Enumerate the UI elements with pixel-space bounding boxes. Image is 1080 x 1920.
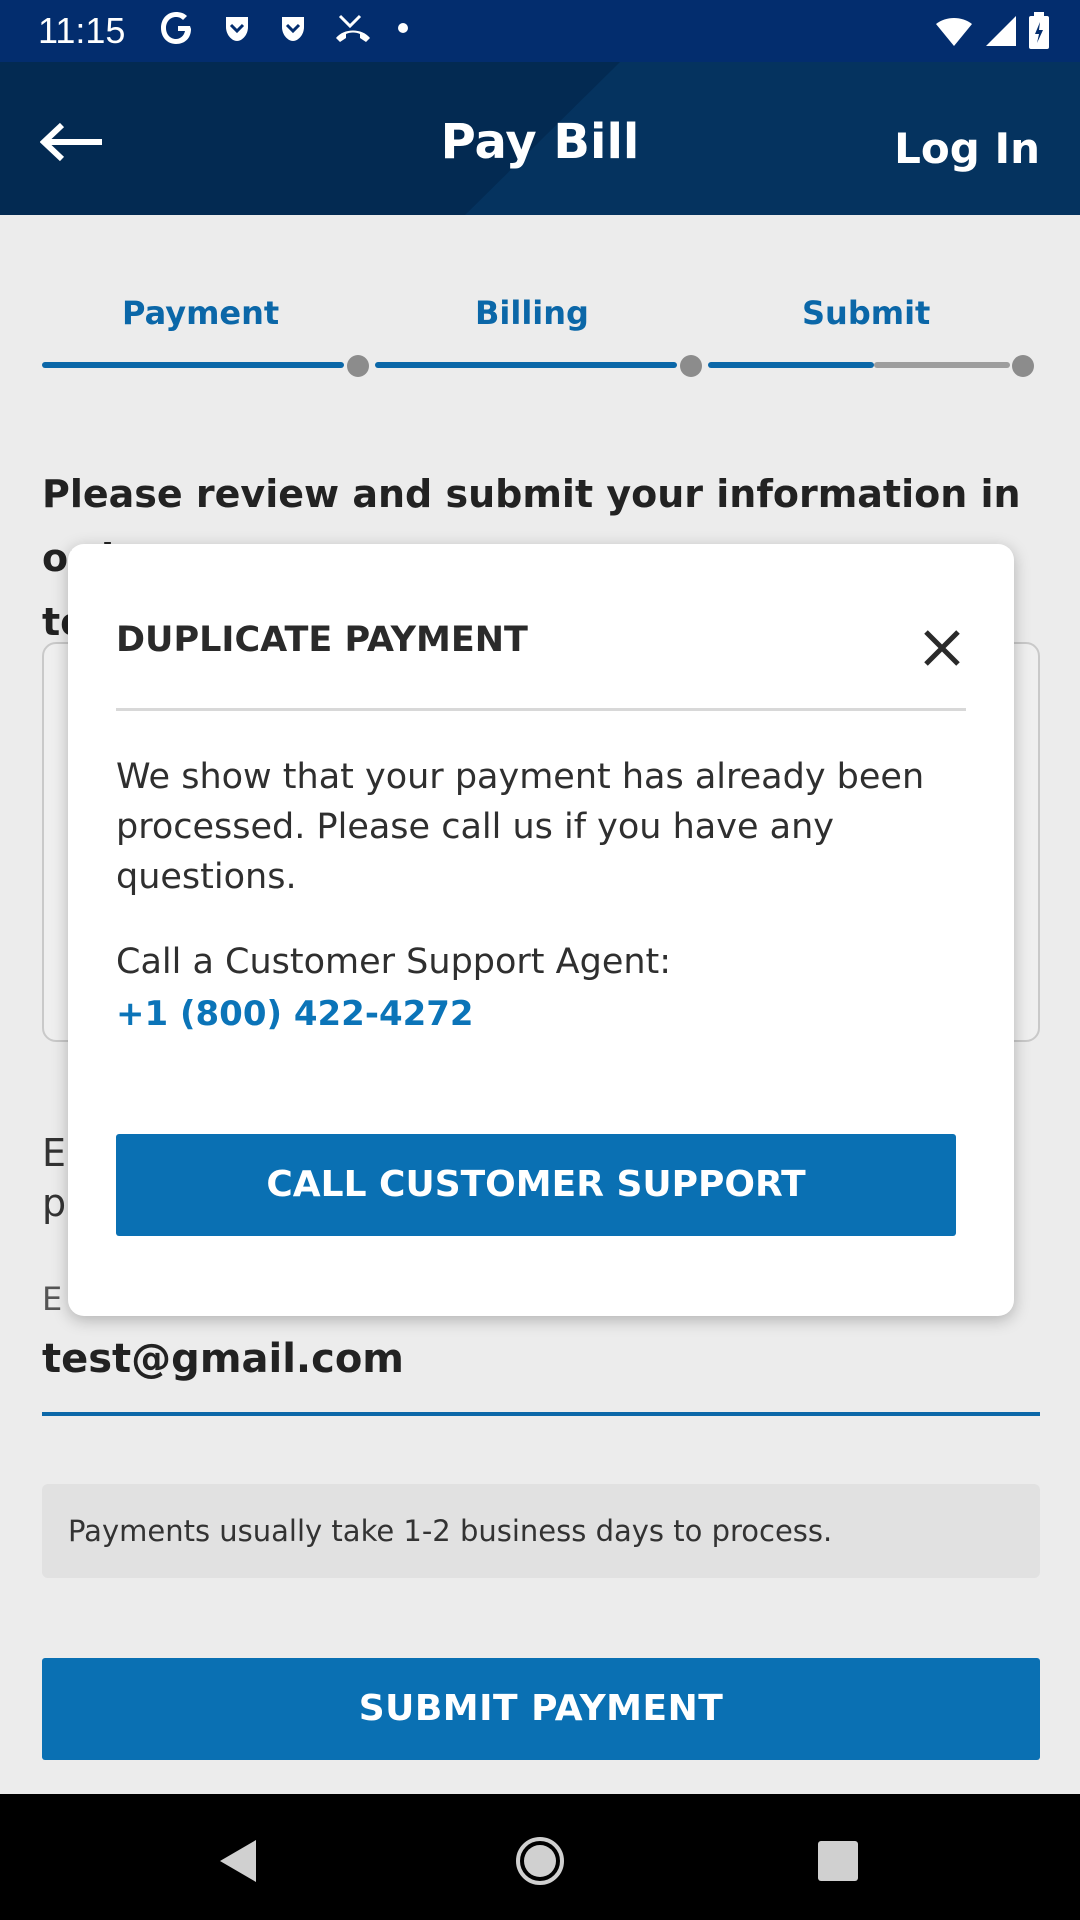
support-agent-label: Call a Customer Support Agent: [116, 942, 672, 982]
system-icons [934, 12, 1050, 50]
signal-icon [986, 16, 1016, 46]
call-customer-support-button[interactable]: CALL CUSTOMER SUPPORT [116, 1134, 956, 1236]
dot-icon [398, 23, 408, 33]
app-bar: Pay Bill Log In [0, 62, 1080, 215]
dialog-title: DUPLICATE PAYMENT [116, 620, 528, 660]
notification-icons [158, 8, 410, 48]
battery-icon [1029, 12, 1049, 49]
close-icon[interactable] [922, 628, 962, 668]
login-button[interactable]: Log In [894, 124, 1040, 173]
system-nav-bar [0, 1794, 1080, 1920]
google-icon [161, 12, 191, 44]
wifi-icon [936, 18, 972, 46]
nav-back-icon[interactable] [216, 1838, 260, 1884]
dialog-divider [116, 708, 966, 711]
nav-home-icon[interactable] [515, 1836, 565, 1886]
support-phone-link[interactable]: +1 (800) 422-4272 [116, 994, 474, 1034]
duplicate-payment-dialog: DUPLICATE PAYMENT We show that your paym… [68, 544, 1014, 1316]
status-bar: 11:15 [0, 0, 1080, 62]
missed-call-icon [336, 14, 370, 42]
status-time: 11:15 [38, 10, 126, 51]
nav-recents-icon[interactable] [817, 1840, 859, 1882]
dialog-message: We show that your payment has already be… [116, 757, 925, 897]
pocket-icon [226, 17, 248, 41]
pocket-icon [282, 17, 304, 41]
